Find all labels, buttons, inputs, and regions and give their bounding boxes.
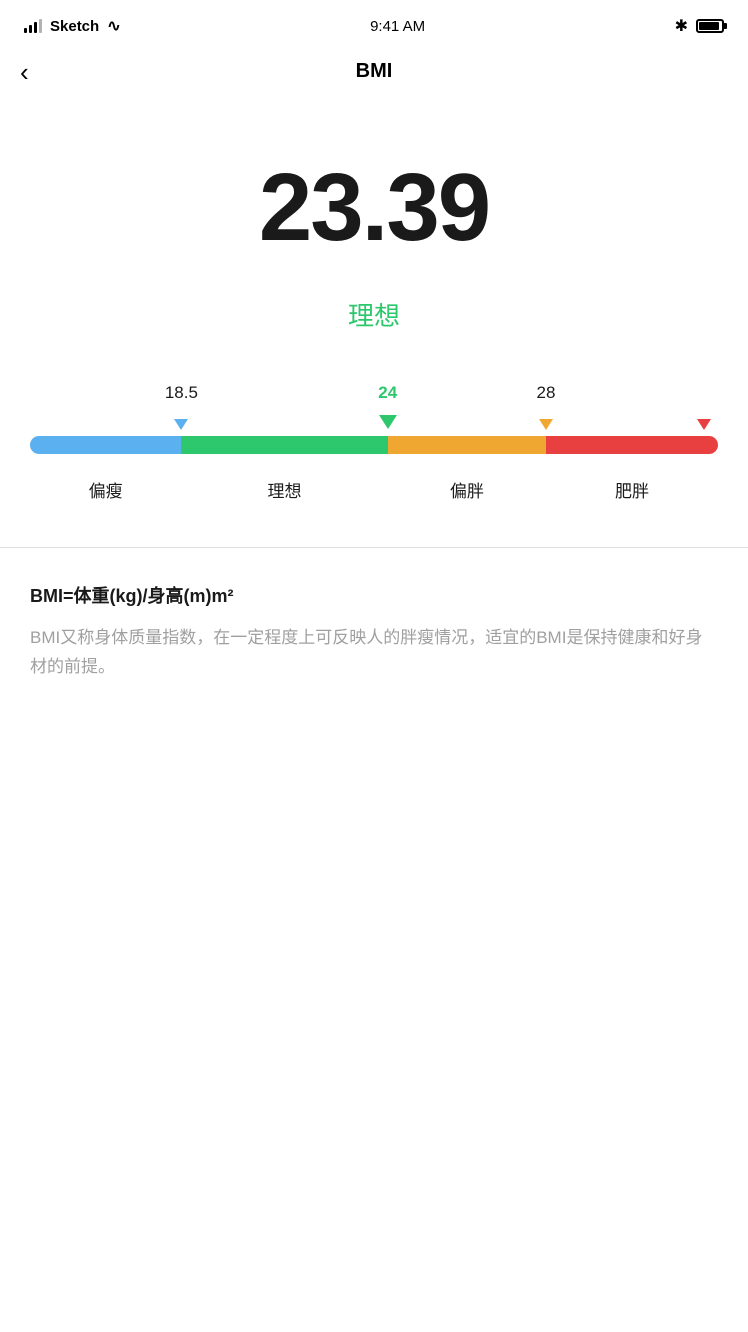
threshold-label-28: 28 — [537, 383, 556, 403]
marker-arrow-24 — [379, 415, 397, 429]
status-bar: Sketch ∿ 9:41 AM ✱ — [0, 0, 748, 44]
signal-icon — [24, 19, 42, 33]
formula-section: BMI=体重(kg)/身高(m)m² BMI又称身体质量指数，在一定程度上可反映… — [0, 572, 748, 702]
scale-labels-top: 18.5 24 28 — [30, 383, 718, 419]
threshold-label-24: 24 — [378, 383, 397, 403]
scale-categories: 偏瘦 理想 偏胖 肥胖 — [30, 477, 718, 507]
scale-bar-wrapper — [30, 421, 718, 469]
category-ideal: 理想 — [268, 477, 302, 502]
scale-bar — [30, 436, 718, 454]
formula-title: BMI=体重(kg)/身高(m)m² — [30, 582, 718, 608]
marker-end — [697, 419, 711, 430]
time-label: 9:41 AM — [370, 18, 425, 35]
marker-24-current — [379, 415, 397, 429]
status-right: ✱ — [675, 16, 724, 36]
marker-arrow-185 — [174, 419, 188, 430]
bmi-value: 23.39 — [259, 160, 489, 256]
segment-underweight — [30, 436, 181, 454]
threshold-label-185: 18.5 — [165, 383, 198, 403]
bmi-scale-section: 18.5 24 28 偏瘦 理想 偏胖 — [0, 383, 748, 537]
back-button[interactable]: ‹ — [20, 59, 29, 85]
segment-ideal — [181, 436, 387, 454]
status-left: Sketch ∿ — [24, 16, 121, 36]
bmi-value-section: 23.39 — [0, 100, 748, 286]
category-underweight: 偏瘦 — [89, 477, 123, 502]
bmi-status-label: 理想 — [348, 296, 400, 333]
marker-arrow-end — [697, 419, 711, 430]
category-obese: 肥胖 — [615, 477, 649, 502]
battery-icon — [696, 19, 724, 33]
page-title: BMI — [356, 60, 393, 83]
segment-overweight — [388, 436, 546, 454]
marker-185 — [174, 419, 188, 430]
nav-bar: ‹ BMI — [0, 44, 748, 100]
marker-28 — [539, 419, 553, 430]
section-divider — [0, 547, 748, 548]
bluetooth-icon: ✱ — [675, 16, 688, 36]
bmi-status-section: 理想 — [0, 286, 748, 383]
carrier-label: Sketch — [50, 18, 99, 35]
marker-arrow-28 — [539, 419, 553, 430]
category-overweight: 偏胖 — [450, 477, 484, 502]
segment-obese — [546, 436, 718, 454]
wifi-icon: ∿ — [107, 16, 120, 36]
formula-description: BMI又称身体质量指数，在一定程度上可反映人的胖瘦情况，适宜的BMI是保持健康和… — [30, 624, 718, 682]
